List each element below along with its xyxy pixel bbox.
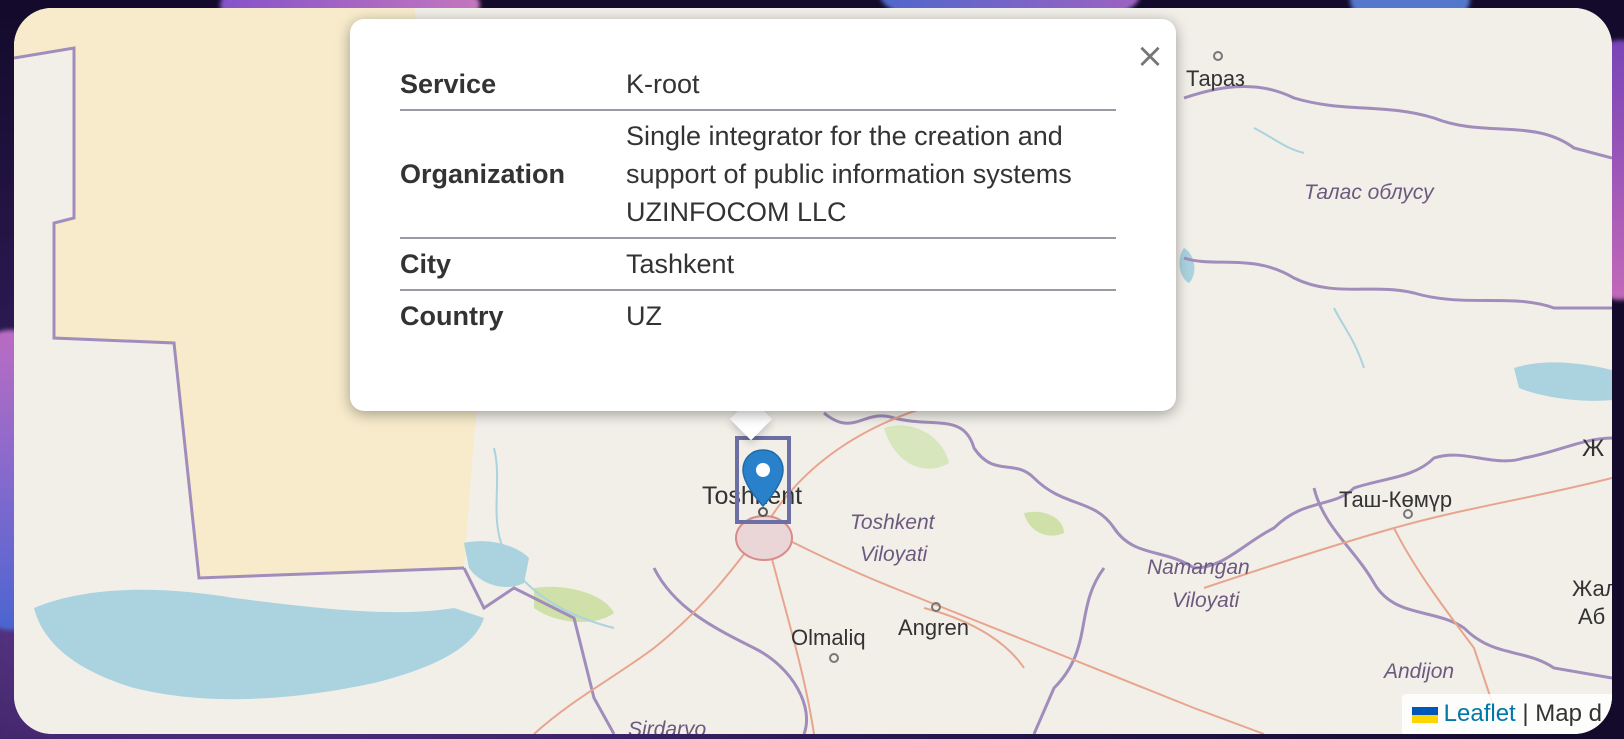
- country-value: UZ: [626, 289, 1116, 341]
- map-label-andijon: Andijon: [1384, 660, 1455, 683]
- map-view[interactable]: Тараз Талас облусу Toshkent Toshkent Vil…: [14, 8, 1612, 734]
- map-label-toshkent-viloyati: Toshkent: [850, 511, 935, 534]
- service-key: Service: [400, 68, 497, 99]
- table-row: City Tashkent: [400, 237, 1116, 290]
- organization-key: Organization: [400, 109, 626, 238]
- map-label-tash-komur: Таш-Көмүр: [1339, 487, 1453, 512]
- close-icon[interactable]: ×: [1135, 39, 1165, 73]
- map-label-talas: Талас облусу: [1304, 181, 1434, 204]
- ukraine-flag-icon: [1411, 707, 1438, 723]
- service-value: K-root: [626, 69, 700, 99]
- map-label-angren: Angren: [898, 615, 969, 640]
- organization-value: Single integrator for the creation and s…: [626, 109, 1116, 238]
- table-row: Service K-root: [400, 59, 1116, 110]
- map-label-ab: Аб: [1578, 604, 1606, 629]
- city-value: Tashkent: [626, 237, 1116, 290]
- map-data-credit: Map d: [1535, 700, 1602, 727]
- map-label-sirdaryo: Sirdaryo: [628, 718, 707, 734]
- map-label-zh: Ж: [1582, 435, 1605, 462]
- map-label-namangan: Namangan: [1147, 556, 1250, 579]
- map-label-taraz: Тараз: [1186, 66, 1245, 91]
- popup-info-table: Service K-root Organization Single integ…: [400, 59, 1116, 341]
- map-label-toshkent-viloyati: Viloyati: [860, 543, 928, 566]
- map-attribution: Leaflet | Map d: [1401, 694, 1612, 734]
- marker-popup: × Service K-root Organization Single int…: [350, 19, 1176, 411]
- attribution-separator: |: [1522, 700, 1529, 727]
- map-marker-icon[interactable]: [740, 448, 786, 518]
- map-label-olmaliq: Olmaliq: [791, 625, 866, 650]
- table-row: Organization Single integrator for the c…: [400, 109, 1116, 238]
- country-key: Country: [400, 289, 626, 341]
- map-label-namangan: Viloyati: [1172, 589, 1240, 612]
- city-key: City: [400, 237, 626, 290]
- leaflet-link[interactable]: Leaflet: [1444, 700, 1516, 727]
- map-label-zhal: Жал: [1572, 576, 1612, 601]
- table-row: Country UZ: [400, 289, 1116, 341]
